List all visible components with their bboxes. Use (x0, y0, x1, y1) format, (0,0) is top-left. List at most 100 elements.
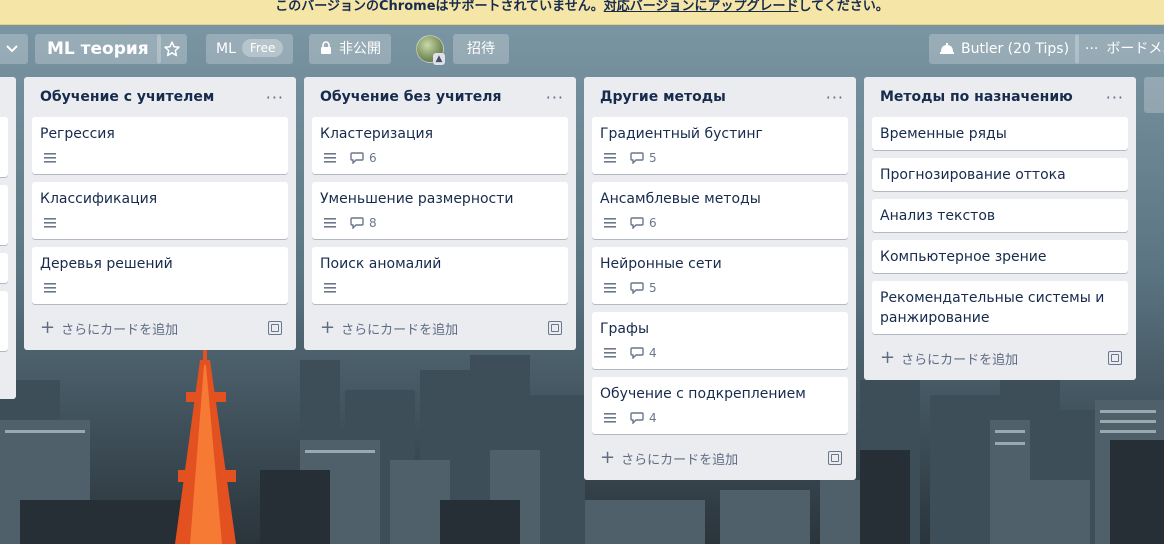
add-card-button[interactable]: + さらにカードを追加 (312, 312, 568, 344)
comment-icon (630, 282, 644, 294)
list-title[interactable]: Методы по назначению (880, 89, 1073, 105)
card-template-icon[interactable] (268, 321, 282, 335)
card[interactable]: Графы 4 (592, 312, 848, 369)
banner-text: このバージョンのChromeはサポートされていません。 (275, 0, 604, 14)
comments-badge: 5 (630, 151, 657, 165)
card-title: Временные ряды (880, 126, 1007, 142)
workspace-name: ML (216, 41, 236, 57)
description-icon (324, 153, 336, 163)
card[interactable]: Нейронные сети 5 (592, 247, 848, 304)
comment-icon (350, 152, 364, 164)
description-icon (44, 283, 56, 293)
add-card-label: さらにカードを追加 (621, 452, 739, 468)
card[interactable]: Компьютерное зрение (872, 240, 1128, 273)
card-title: Графы (600, 321, 650, 337)
card-template-icon[interactable] (1108, 351, 1122, 365)
card[interactable]: Рекомендательные системы и ранжирование (872, 281, 1128, 334)
list-menu-icon[interactable]: ··· (266, 88, 284, 107)
description-icon (604, 153, 616, 163)
butler-button[interactable]: Butler (20 Tips) (929, 34, 1080, 64)
card[interactable]: Кластеризация 6 (312, 117, 568, 174)
comment-icon (630, 152, 644, 164)
workspace-button[interactable]: ML Free (206, 34, 294, 64)
add-card-label: さらにカードを追加 (341, 322, 459, 338)
add-list-button[interactable] (1144, 77, 1164, 113)
star-icon (164, 41, 180, 57)
card-title: Регрессия (40, 126, 115, 142)
list-title[interactable]: Обучение без учителя (320, 89, 501, 105)
banner-text-end: してください。 (798, 0, 889, 14)
lock-icon (321, 41, 331, 54)
plus-icon: + (320, 317, 336, 338)
comment-count: 6 (649, 216, 657, 230)
board-menu-button[interactable]: ··· ボードメニ (1075, 34, 1164, 64)
plus-icon: + (880, 347, 896, 368)
comments-badge: 5 (630, 281, 657, 295)
card-template-icon[interactable] (548, 321, 562, 335)
card[interactable]: Обучение с подкреплением 4 (592, 377, 848, 434)
description-icon (604, 348, 616, 358)
invite-button[interactable]: 招待 (453, 34, 509, 64)
list-menu-icon[interactable]: ··· (546, 88, 564, 107)
card[interactable]: Временные ряды (872, 117, 1128, 150)
card[interactable]: Уменьшение размерности 8 (312, 182, 568, 239)
description-icon (44, 218, 56, 228)
comment-count: 5 (649, 281, 657, 295)
list-title[interactable]: Другие методы (600, 89, 726, 105)
comment-icon (350, 217, 364, 229)
card[interactable]: Поиск аномалий (312, 247, 568, 304)
add-card-button[interactable]: + さらにカードを追加 (32, 312, 288, 344)
add-card-label: さらにカードを追加 (61, 322, 179, 338)
plus-icon: + (600, 447, 616, 468)
card[interactable]: Деревья решений (32, 247, 288, 304)
card-title: Ансамблевые методы (600, 191, 761, 207)
list-menu-icon[interactable]: ··· (1106, 88, 1124, 107)
card-title: Анализ текстов (880, 208, 996, 224)
star-board-button[interactable] (157, 34, 187, 64)
description-icon (604, 413, 616, 423)
card-title: Рекомендательные системы и ранжирование (880, 290, 1105, 326)
board-switcher-button[interactable] (0, 34, 28, 64)
comment-count: 4 (649, 411, 657, 425)
description-icon (324, 218, 336, 228)
list-title[interactable]: Обучение с учителем (40, 89, 214, 105)
add-card-button[interactable]: + さらにカードを追加 (592, 442, 848, 474)
more-icon: ··· (1085, 41, 1099, 57)
card-title: Нейронные сети (600, 256, 722, 272)
comment-count: 6 (369, 151, 377, 165)
card-title: Компьютерное зрение (880, 249, 1047, 265)
card-title: Обучение с подкреплением (600, 386, 806, 402)
board-title[interactable]: ML теория (35, 34, 161, 64)
card-title: Поиск аномалий (320, 256, 442, 272)
card[interactable]: Регрессия (32, 117, 288, 174)
card[interactable]: Прогнозирование оттока (872, 158, 1128, 191)
add-card-button[interactable]: + さらにカードを追加 (872, 342, 1128, 374)
comment-icon (630, 347, 644, 359)
comment-icon (630, 412, 644, 424)
card[interactable]: Ансамблевые методы 6 (592, 182, 848, 239)
card-title: Классификация (40, 191, 158, 207)
upgrade-browser-link[interactable]: 対応バージョンにアップグレード (604, 0, 799, 14)
card[interactable]: Градиентный бустинг 5 (592, 117, 848, 174)
card[interactable]: Классификация (32, 182, 288, 239)
chevron-down-icon (6, 45, 18, 53)
list-supervised-learning: Обучение с учителем ··· Регрессия Класси… (24, 77, 296, 350)
list-menu-icon[interactable]: ··· (826, 88, 844, 107)
comment-count: 8 (369, 216, 377, 230)
add-card-label: さらにカードを追加 (901, 352, 1019, 368)
plus-icon: + (40, 317, 56, 338)
description-icon (604, 283, 616, 293)
card[interactable]: Анализ текстов (872, 199, 1128, 232)
list-partial-left (0, 77, 16, 399)
card-title: Уменьшение размерности (320, 191, 514, 207)
comment-icon (630, 217, 644, 229)
card-template-icon[interactable] (828, 451, 842, 465)
list-other-methods: Другие методы ··· Градиентный бустинг 5 … (584, 77, 856, 480)
card-title: Кластеризация (320, 126, 433, 142)
unsupported-browser-banner: このバージョンのChromeはサポートされていません。対応バージョンにアップグレ… (0, 0, 1164, 25)
board-menu-label: ボードメニ (1106, 41, 1164, 57)
visibility-button[interactable]: 非公開 (309, 34, 391, 64)
description-icon (44, 153, 56, 163)
comments-badge: 8 (350, 216, 377, 230)
visibility-label: 非公開 (339, 41, 381, 57)
